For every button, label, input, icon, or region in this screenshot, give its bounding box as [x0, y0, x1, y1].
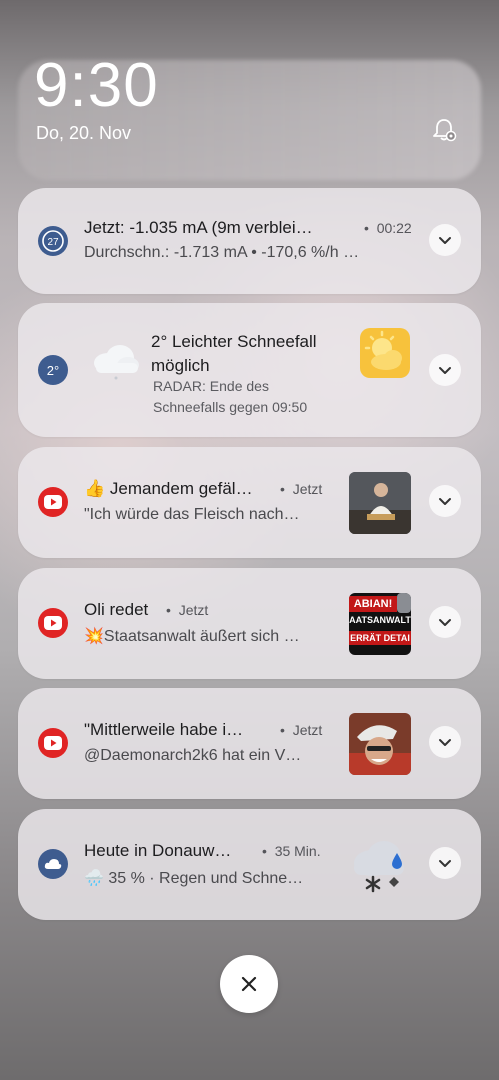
notification-subtitle-1: RADAR: Ende des: [153, 378, 269, 394]
notification-battery[interactable]: 27 Jetzt: -1.035 mA (9m verblei… • 00:22…: [18, 188, 481, 294]
notification-youtube-comment[interactable]: "Mittlerweile habe i… • Jetzt @Daemonarc…: [18, 688, 481, 799]
notification-time: Jetzt: [292, 481, 323, 497]
notification-subtitle: @Daemonarch2k6 hat ein V…: [84, 747, 302, 764]
notification-youtube-like[interactable]: 👍 Jemandem gefäl… • Jetzt "Ich würde das…: [18, 447, 481, 558]
notification-weather-radar[interactable]: 2° 2° Leichter Schneefall möglich RADAR:…: [18, 303, 481, 437]
chevron-down-icon: [439, 619, 451, 626]
notification-time: 35 Min.: [274, 843, 321, 859]
notification-title: 👍 Jemandem gefäl…: [84, 479, 253, 498]
expand-button[interactable]: [429, 224, 461, 256]
notification-subtitle: "Ich würde das Fleisch nach…: [84, 506, 300, 523]
notification-time: 00:22: [376, 220, 412, 236]
notification-subtitle: 💥Staatsanwalt äußert sich …: [84, 628, 300, 645]
youtube-icon: [38, 608, 68, 638]
chevron-down-icon: [439, 237, 451, 244]
youtube-icon: [38, 728, 68, 758]
battery-cycle-icon: 27: [38, 226, 68, 256]
expand-button[interactable]: [429, 485, 461, 517]
expand-button[interactable]: [429, 726, 461, 758]
video-thumbnail: ABIAN! AATSANWALT ERRÄT DETAI: [349, 593, 411, 655]
svg-text:27: 27: [47, 237, 59, 248]
notification-time: Jetzt: [178, 602, 209, 618]
weather-temp-icon: 2°: [38, 355, 68, 385]
chevron-down-icon: [439, 498, 451, 505]
video-thumbnail: [349, 713, 411, 775]
chevron-down-icon: [439, 739, 451, 746]
notification-title: "Mittlerweile habe i…: [84, 720, 244, 739]
notification-subtitle: Durchschn.: -1.713 mA • -170,6 %/h …: [84, 244, 360, 261]
notification-title-2: möglich: [151, 356, 210, 375]
notification-title: Heute in Donauw…: [84, 841, 232, 860]
video-thumbnail: [349, 472, 411, 534]
notification-weather-forecast[interactable]: Heute in Donauw… • 35 Min. 🌧️ 35 % · Reg…: [18, 809, 481, 920]
lockscreen-date: Do, 20. Nov: [36, 123, 132, 143]
notification-settings-icon[interactable]: [430, 117, 458, 145]
close-icon: [241, 976, 257, 992]
expand-button[interactable]: [429, 847, 461, 879]
notification-title-1: 2° Leichter Schneefall: [151, 332, 317, 351]
notification-subtitle-2: Schneefalls gegen 09:50: [153, 399, 308, 415]
clear-all-button[interactable]: [220, 955, 278, 1013]
notification-title: Jetzt: -1.035 mA (9m verblei…: [84, 218, 313, 237]
sun-cloud-icon: [360, 328, 410, 378]
lockscreen-clock: 9:30: [34, 51, 159, 120]
cloud-snow-icon: [90, 341, 142, 381]
expand-button[interactable]: [429, 354, 461, 386]
cloud-icon: [38, 849, 68, 879]
notification-time: Jetzt: [292, 722, 323, 738]
chevron-down-icon: [439, 367, 451, 374]
notification-youtube-upload[interactable]: Oli redet • Jetzt 💥Staatsanwalt äußert s…: [18, 568, 481, 679]
notification-title: Oli redet: [84, 600, 149, 619]
chevron-down-icon: [439, 860, 451, 867]
expand-button[interactable]: [429, 606, 461, 638]
rain-snow-icon: [348, 833, 410, 895]
notification-subtitle: 🌧️ 35 % · Regen und Schne…: [84, 870, 304, 887]
youtube-icon: [38, 487, 68, 517]
